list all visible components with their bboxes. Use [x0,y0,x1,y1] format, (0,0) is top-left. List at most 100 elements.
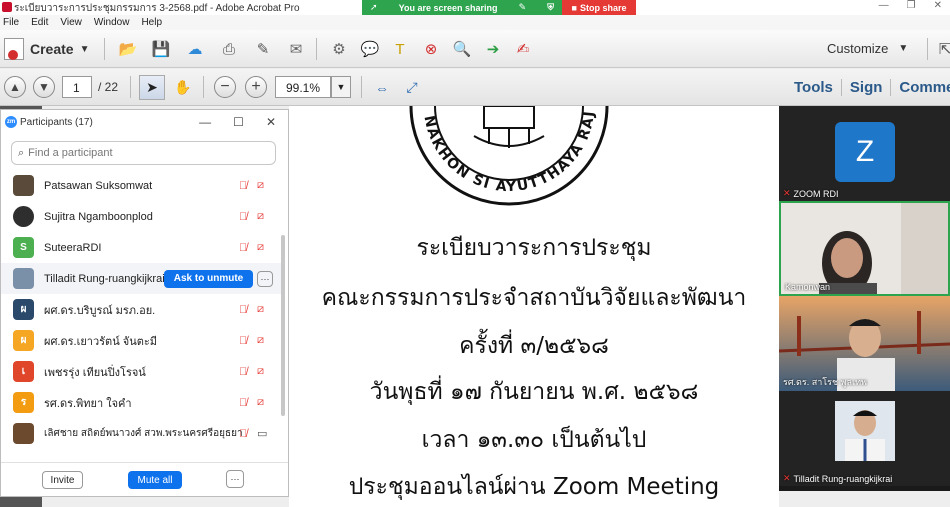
minimize-button[interactable]: — [879,0,889,11]
participant-row[interactable]: เลิศชาย สถิตย์พนาวงศ์ สวพ.พระนครศรีอยุธย… [1,418,281,449]
tab-tools[interactable]: Tools [786,79,842,96]
customize-label: Customize [827,41,889,56]
open-folder-icon[interactable]: 📂 [117,38,139,60]
print-icon[interactable]: ⎙ [218,38,240,60]
video-off-icon[interactable]: ⧄ [257,334,264,347]
restore-button[interactable]: ❐ [907,0,916,11]
video-tile[interactable]: Kamonwan [779,201,950,296]
pdf-document-page[interactable]: NAKHON SI AYUTTHAYA RAJABHAT UNIV ระเบีย… [289,106,779,507]
mic-muted-icon[interactable]: 🎙̸ [239,242,247,254]
participant-list-scrollbar[interactable] [281,235,285,416]
sign-edit-icon[interactable]: ✍ [512,38,534,60]
tab-sign[interactable]: Sign [842,79,892,96]
cloud-upload-icon[interactable]: ☁ [184,38,206,60]
mic-muted-icon[interactable]: 🎙̸ [239,397,247,409]
hand-tool-icon[interactable]: ✋ [170,75,196,100]
menu-file[interactable]: File [3,17,19,28]
document-venue-line: ประชุมออนไลน์ผ่าน Zoom Meeting [348,474,720,500]
video-off-icon[interactable]: ⧄ [257,179,264,192]
select-cursor-icon[interactable]: ➤ [139,75,165,100]
document-time-line: เวลา ๑๓.๓๐ เป็นต้นไป [421,427,647,453]
video-off-icon[interactable]: ⧄ [257,210,264,223]
toolbar-divider [316,38,317,60]
avatar [13,423,34,444]
panel-maximize-icon[interactable]: ☐ [233,115,244,129]
previous-page-icon[interactable]: ▲ [4,76,26,98]
video-tile[interactable]: Z ✕ ZOOM RDI [779,106,950,201]
search-icon: ⌕ [18,146,25,159]
participant-row[interactable]: ผ ผศ.ดร.เยาวรัตน์ จันตะมี 🎙̸ ⧄ [1,325,281,356]
more-options-button[interactable]: ··· [226,470,244,488]
stop-share-button[interactable]: ■ Stop share [562,0,636,15]
video-off-icon[interactable]: ⧄ [257,365,264,378]
participant-search-input[interactable]: ⌕ Find a participant [11,141,276,165]
text-annotation-icon[interactable]: T [389,38,411,60]
panel-close-icon[interactable]: ✕ [266,115,276,129]
menu-help[interactable]: Help [141,17,162,28]
participant-row[interactable]: S SuteeraRDI 🎙̸ ⧄ [1,232,281,263]
video-off-icon[interactable]: ⧄ [257,396,264,409]
participant-row[interactable]: เ เพชรรุ่ง เทียนปิ่งโรจน์ 🎙̸ ⧄ [1,356,281,387]
toolbar-divider [130,76,131,98]
customize-button[interactable]: Customize ▼ [827,41,908,56]
mic-muted-icon[interactable]: 🎙̸ [239,335,247,347]
participant-name: Sujitra Ngamboonplod [44,210,153,223]
zoom-level-input[interactable]: 99.1% [275,76,331,98]
video-gallery: Z ✕ ZOOM RDI Kamonwan รศ.ดร. สาโรช พูลเท… [779,106,950,491]
stop-share-label: Stop share [579,2,627,13]
full-screen-icon[interactable]: ⤢ [399,75,425,100]
zoom-in-icon[interactable]: + [245,76,267,98]
video-off-icon[interactable]: ⧄ [257,303,264,316]
participant-row[interactable]: ผ ผศ.ดร.บริบูรณ์ มรภ.อย. 🎙̸ ⧄ [1,294,281,325]
tab-comment[interactable]: Comment [891,79,950,96]
search-document-icon[interactable]: 🔍 [451,38,473,60]
email-icon[interactable]: ✉ [285,38,307,60]
export-icon[interactable]: ➔ [482,38,504,60]
invite-button[interactable]: Invite [42,471,83,489]
zoom-dropdown-chevron-icon[interactable]: ▼ [331,76,351,98]
delete-page-icon[interactable]: ⊗ [420,38,442,60]
participant-row[interactable]: Patsawan Suksomwat 🎙̸ ⧄ [1,170,281,201]
fit-page-icon[interactable]: ⇔ [369,75,395,100]
mic-muted-icon[interactable]: 🎙̸ [239,211,247,223]
navigation-toolbar: ▲ ▼ 1 / 22 ➤ ✋ − + 99.1% ▼ ⇔ ⤢ Tools Sig… [0,69,950,106]
video-tile[interactable]: ✕ Tilladit Rung-ruangkijkrai [779,391,950,486]
menu-window[interactable]: Window [94,17,130,28]
participant-more-button[interactable]: ··· [257,270,273,287]
edit-document-icon[interactable]: ✎ [252,38,274,60]
participant-name: รศ.ดร.พิทยา ใจคำ [44,397,132,410]
ask-to-unmute-button[interactable]: Ask to unmute [164,269,253,288]
page-total: / 22 [98,80,119,94]
menu-view[interactable]: View [60,17,82,28]
panel-minimize-icon[interactable]: — [199,115,211,129]
video-tile[interactable]: รศ.ดร. สาโรช พูลเทพ [779,296,950,391]
menu-edit[interactable]: Edit [31,17,48,28]
right-pane-tabs: Tools Sign Comment [786,79,950,96]
mic-muted-icon[interactable]: 🎙̸ [239,366,247,378]
close-button[interactable]: ✕ [934,0,942,11]
chevron-down-icon: ▼ [898,43,909,54]
participant-row[interactable]: ร รศ.ดร.พิทยา ใจคำ 🎙̸ ⧄ [1,387,281,418]
toolbar-divider [104,38,105,60]
share-pin-icon: ➚ [370,2,378,12]
avatar [13,175,34,196]
mic-muted-icon[interactable]: ✎ [519,2,527,13]
participant-row[interactable]: Tilladit Rung-ruangkijkrai Ask to unmute… [1,263,281,294]
save-icon[interactable]: 💾 [150,38,172,60]
mic-muted-icon[interactable]: 🎙̸ [239,304,247,316]
create-button[interactable]: Create ▼ [4,37,90,61]
zoom-out-icon[interactable]: − [214,76,236,98]
video-on-icon[interactable]: ▭ [257,427,267,440]
mic-muted-icon[interactable]: 🎙̸ [239,428,247,440]
participant-list: Patsawan Suksomwat 🎙̸ ⧄ Sujitra Ngamboon… [1,170,281,449]
page-number-input[interactable]: 1 [62,76,92,98]
gear-icon[interactable]: ⚙ [328,38,350,60]
mic-muted-icon[interactable]: 🎙̸ [239,180,247,192]
toolbar-divider [361,76,362,98]
next-page-icon[interactable]: ▼ [33,76,55,98]
participant-row[interactable]: Sujitra Ngamboonplod 🎙̸ ⧄ [1,201,281,232]
share-out-icon[interactable]: ⇱ [934,38,950,60]
mute-all-button[interactable]: Mute all [128,471,182,489]
comment-icon[interactable]: 💬 [359,38,381,60]
video-off-icon[interactable]: ⧄ [257,241,264,254]
